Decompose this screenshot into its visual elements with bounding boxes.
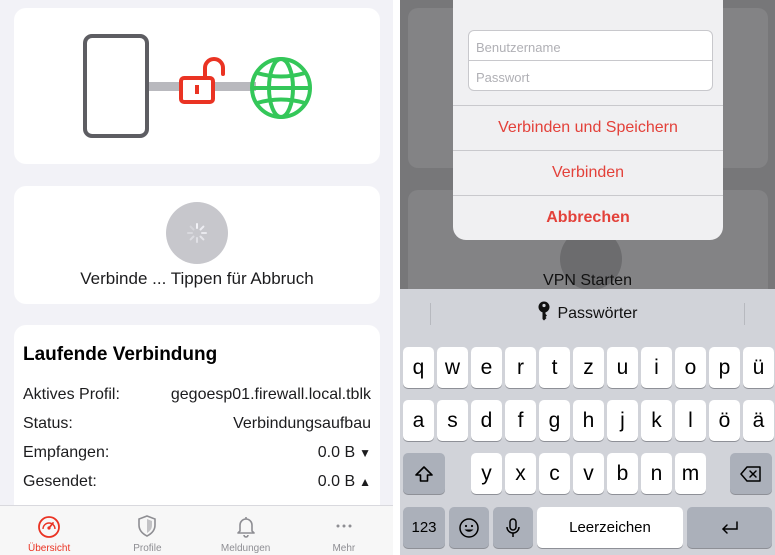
sent-label: Gesendet: bbox=[23, 473, 97, 490]
key-x[interactable]: x bbox=[505, 453, 536, 494]
status-row: Status: Verbindungsaufbau bbox=[23, 415, 371, 433]
received-row: Empfangen: 0.0 B ▼ bbox=[23, 444, 371, 462]
key-w[interactable]: w bbox=[437, 347, 468, 388]
connection-diagram bbox=[83, 34, 312, 138]
password-field[interactable]: Passwort bbox=[468, 60, 713, 91]
shift-key[interactable] bbox=[403, 453, 445, 494]
tab-bar: Übersicht Profile Meldungen Mehr bbox=[0, 505, 393, 555]
key-oe[interactable]: ö bbox=[709, 400, 740, 441]
key-c[interactable]: c bbox=[539, 453, 570, 494]
backspace-key[interactable] bbox=[730, 453, 772, 494]
return-key[interactable] bbox=[687, 507, 772, 548]
key-z[interactable]: z bbox=[573, 347, 604, 388]
key-h[interactable]: h bbox=[573, 400, 604, 441]
running-connection-card: Laufende Verbindung Aktives Profil: gego… bbox=[14, 325, 380, 525]
tab-profiles-label: Profile bbox=[133, 543, 162, 554]
key-g[interactable]: g bbox=[539, 400, 570, 441]
unlocked-padlock-icon bbox=[179, 57, 225, 104]
key-ue[interactable]: ü bbox=[743, 347, 774, 388]
key-n[interactable]: n bbox=[641, 453, 672, 494]
connection-diagram-card bbox=[14, 8, 380, 164]
cancel-button[interactable]: Abbrechen bbox=[453, 195, 723, 240]
connect-and-save-button[interactable]: Verbinden und Speichern bbox=[453, 105, 723, 150]
login-dialog-screen: VPN Starten Benutzername Passwort Verbin… bbox=[400, 0, 775, 555]
device-icon bbox=[83, 34, 149, 138]
globe-icon bbox=[250, 57, 312, 119]
received-value: 0.0 B bbox=[317, 444, 356, 461]
tab-messages[interactable]: Meldungen bbox=[197, 506, 295, 555]
key-e[interactable]: e bbox=[471, 347, 502, 388]
active-profile-label: Aktives Profil: bbox=[23, 386, 120, 403]
microphone-icon bbox=[506, 517, 520, 537]
shift-icon bbox=[415, 465, 433, 482]
key-j[interactable]: j bbox=[607, 400, 638, 441]
passwords-suggestion-label: Passwörter bbox=[557, 304, 638, 322]
tab-overview-label: Übersicht bbox=[28, 543, 71, 554]
tab-profiles[interactable]: Profile bbox=[98, 506, 196, 555]
key-r[interactable]: r bbox=[505, 347, 536, 388]
backspace-icon bbox=[740, 465, 761, 482]
tab-more-label: Mehr bbox=[332, 543, 356, 554]
spinner-icon bbox=[187, 223, 207, 243]
key-icon bbox=[537, 301, 551, 326]
connect-status-text[interactable]: Verbinde ... Tippen für Abbruch bbox=[14, 269, 380, 289]
status-label: Status: bbox=[23, 415, 73, 432]
tab-overview[interactable]: Übersicht bbox=[0, 506, 98, 555]
key-k[interactable]: k bbox=[641, 400, 672, 441]
key-s[interactable]: s bbox=[437, 400, 468, 441]
passwords-suggestion[interactable]: Passwörter bbox=[400, 289, 775, 338]
key-d[interactable]: d bbox=[471, 400, 502, 441]
active-profile-value: gegoesp01.firewall.local.tblk bbox=[170, 386, 371, 403]
emoji-key[interactable] bbox=[449, 507, 489, 548]
key-o[interactable]: o bbox=[675, 347, 706, 388]
running-connection-title: Laufende Verbindung bbox=[23, 344, 218, 365]
key-a[interactable]: a bbox=[403, 400, 434, 441]
received-label: Empfangen: bbox=[23, 444, 110, 461]
status-value: Verbindungsaufbau bbox=[233, 415, 371, 432]
login-alert: Benutzername Passwort Verbinden und Spei… bbox=[453, 0, 723, 240]
key-b[interactable]: b bbox=[607, 453, 638, 494]
dictation-key[interactable] bbox=[493, 507, 533, 548]
numbers-key[interactable]: 123 bbox=[403, 507, 445, 548]
speedometer-icon bbox=[36, 514, 62, 538]
more-icon bbox=[333, 514, 355, 538]
key-y[interactable]: y bbox=[471, 453, 502, 494]
key-v[interactable]: v bbox=[573, 453, 604, 494]
key-q[interactable]: q bbox=[403, 347, 434, 388]
sent-row: Gesendet: 0.0 B ▲ bbox=[23, 473, 371, 491]
tab-messages-label: Meldungen bbox=[220, 543, 271, 554]
key-f[interactable]: f bbox=[505, 400, 536, 441]
up-arrow-icon: ▲ bbox=[359, 475, 371, 489]
suggestion-separator bbox=[744, 303, 745, 325]
key-u[interactable]: u bbox=[607, 347, 638, 388]
sent-value: 0.0 B bbox=[317, 473, 356, 490]
connect-spinner-button[interactable] bbox=[166, 202, 228, 264]
emoji-icon bbox=[459, 517, 479, 538]
vpn-overview-screen: Verbinde ... Tippen für Abbruch Laufende… bbox=[0, 0, 393, 555]
username-field[interactable]: Benutzername bbox=[468, 30, 713, 61]
key-t[interactable]: t bbox=[539, 347, 570, 388]
space-key[interactable]: Leerzeichen bbox=[537, 507, 683, 548]
return-icon bbox=[721, 520, 738, 534]
connect-card[interactable]: Verbinde ... Tippen für Abbruch bbox=[14, 186, 380, 304]
key-i[interactable]: i bbox=[641, 347, 672, 388]
down-arrow-icon: ▼ bbox=[359, 446, 371, 460]
active-profile-row: Aktives Profil: gegoesp01.firewall.local… bbox=[23, 386, 371, 404]
key-p[interactable]: p bbox=[709, 347, 740, 388]
background-vpn-start-label: VPN Starten bbox=[543, 272, 632, 289]
onscreen-keyboard: Passwörter q w e r t z u i o p ü a s d f… bbox=[400, 289, 775, 555]
connect-button[interactable]: Verbinden bbox=[453, 150, 723, 195]
screen-divider bbox=[393, 0, 400, 555]
shield-icon bbox=[136, 514, 158, 538]
bell-icon bbox=[235, 514, 257, 538]
tab-more[interactable]: Mehr bbox=[295, 506, 393, 555]
key-ae[interactable]: ä bbox=[743, 400, 774, 441]
key-m[interactable]: m bbox=[675, 453, 706, 494]
key-l[interactable]: l bbox=[675, 400, 706, 441]
